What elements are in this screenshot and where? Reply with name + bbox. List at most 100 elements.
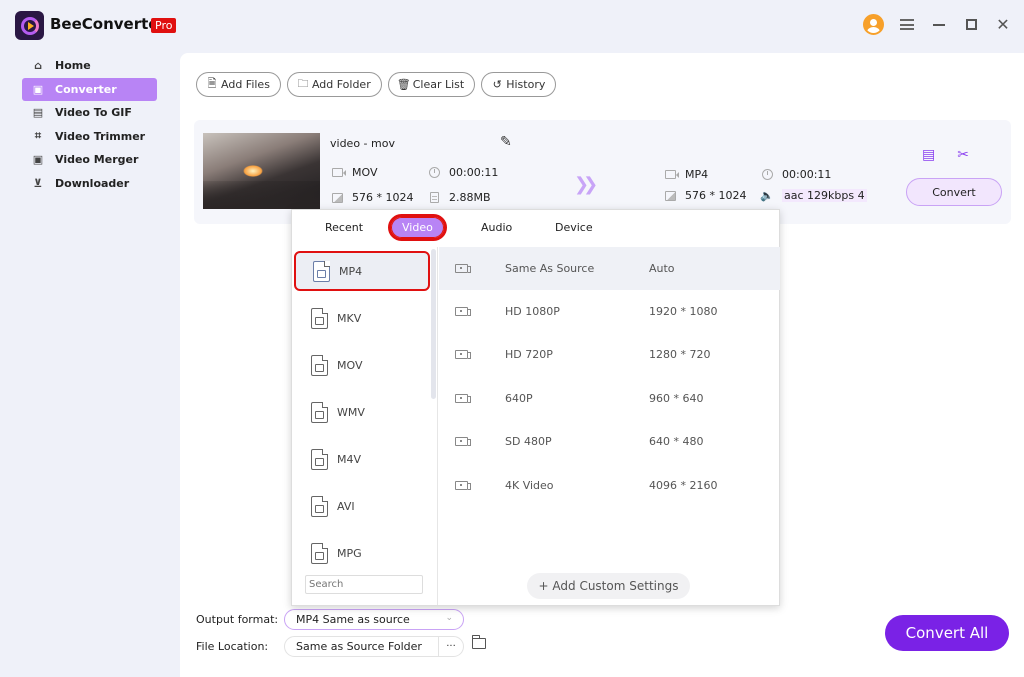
minimize-button[interactable] xyxy=(930,16,948,34)
preset-row[interactable]: Same As Source Auto xyxy=(439,247,780,290)
preset-resolution: Auto xyxy=(649,262,675,275)
settings-doc-icon[interactable]: ▤ xyxy=(922,147,935,163)
preset-name: 640P xyxy=(505,392,533,405)
preset-row[interactable]: HD 1080P 1920 * 1080 xyxy=(439,290,780,333)
pro-badge: Pro xyxy=(151,18,177,33)
add-folder-label: Add Folder xyxy=(311,78,371,91)
video-preset-icon xyxy=(455,307,471,316)
app-logo-icon xyxy=(15,11,44,40)
close-button[interactable]: ✕ xyxy=(994,15,1012,34)
format-item-mkv[interactable]: MKV xyxy=(294,298,430,338)
download-icon: ⊻ xyxy=(33,176,43,190)
sidebar-item-label: Video Trimmer xyxy=(55,129,146,143)
toolbar: 🗎 Add Files 🗀 Add Folder 🗑 Clear List ↺ … xyxy=(196,72,557,97)
sidebar-item-downloader[interactable]: ⊻ Downloader xyxy=(22,172,157,195)
add-folder-button[interactable]: 🗀 Add Folder xyxy=(286,72,382,97)
preset-name: HD 720P xyxy=(505,348,553,361)
source-format-value: MOV xyxy=(352,166,378,179)
preset-list: Same As Source Auto HD 1080P 1920 * 1080… xyxy=(439,247,780,605)
browse-location-button[interactable]: ··· xyxy=(438,637,463,656)
menu-button[interactable] xyxy=(898,16,916,34)
close-icon: ✕ xyxy=(996,15,1010,34)
sidebar-item-video-merger[interactable]: ▣ Video Merger xyxy=(22,148,157,171)
open-folder-icon[interactable] xyxy=(472,635,486,649)
history-button[interactable]: ↺ History xyxy=(481,72,557,97)
sidebar: ⌂ Home ▣ Converter ▤ Video To GIF ⌗ Vide… xyxy=(22,54,157,195)
source-size: 2.88MB xyxy=(427,191,491,204)
merge-icon: ▣ xyxy=(32,153,44,166)
video-format-icon xyxy=(664,170,679,179)
clear-list-button[interactable]: 🗑 Clear List xyxy=(387,72,476,97)
sidebar-item-converter[interactable]: ▣ Converter xyxy=(22,77,157,101)
clock-icon xyxy=(761,169,773,180)
format-item-mp4[interactable]: MP4 xyxy=(294,251,430,291)
add-folder-icon: 🗀 xyxy=(297,77,309,90)
file-location-field[interactable]: Same as Source Folder ··· xyxy=(284,636,464,657)
sidebar-item-home[interactable]: ⌂ Home xyxy=(22,54,157,77)
convert-arrow-icon: ❯❯ xyxy=(574,174,598,195)
clear-list-label: Clear List xyxy=(412,78,465,91)
format-list-scrollbar[interactable] xyxy=(431,249,436,399)
convert-all-button[interactable]: Convert All xyxy=(885,615,1009,651)
add-custom-settings-button[interactable]: + Add Custom Settings xyxy=(527,573,690,599)
preset-row[interactable]: HD 720P 1280 * 720 xyxy=(439,333,780,376)
tab-device[interactable]: Device xyxy=(555,221,593,234)
format-label: AVI xyxy=(337,499,355,513)
sidebar-item-video-to-gif[interactable]: ▤ Video To GIF xyxy=(22,101,157,124)
audio-icon: 🔈 xyxy=(760,189,774,202)
video-preset-icon xyxy=(455,437,471,446)
file-size-icon xyxy=(429,192,439,203)
trash-icon: 🗑 xyxy=(396,78,411,91)
video-preset-icon xyxy=(455,481,471,490)
video-preset-icon xyxy=(455,264,471,273)
sidebar-item-video-trimmer[interactable]: ⌗ Video Trimmer xyxy=(22,125,157,148)
video-preset-icon xyxy=(455,394,471,403)
output-format-select[interactable]: MP4 Same as source ⌄ xyxy=(284,609,464,630)
edit-name-icon[interactable]: ✎ xyxy=(500,134,512,150)
resolution-icon xyxy=(331,192,343,203)
target-format: MP4 xyxy=(663,168,708,181)
convert-button[interactable]: Convert xyxy=(906,178,1002,206)
source-size-value: 2.88MB xyxy=(449,191,491,204)
preset-row[interactable]: SD 480P 640 * 480 xyxy=(439,420,780,463)
video-file-icon xyxy=(311,495,328,517)
preset-name: 4K Video xyxy=(505,479,554,492)
history-label: History xyxy=(506,78,546,91)
format-label: MPG xyxy=(337,546,362,560)
source-resolution-value: 576 * 1024 xyxy=(352,191,414,204)
scissors-icon[interactable]: ✂ xyxy=(957,147,969,163)
file-location-label: File Location: xyxy=(196,640,269,653)
tab-recent[interactable]: Recent xyxy=(325,221,363,234)
file-location-value: Same as Source Folder xyxy=(296,640,422,653)
app-title: BeeConverter xyxy=(50,15,166,33)
user-icon[interactable] xyxy=(863,14,884,35)
format-item-wmv[interactable]: WMV xyxy=(294,392,430,432)
source-resolution: 576 * 1024 xyxy=(330,191,413,204)
format-item-mpg[interactable]: MPG xyxy=(294,533,430,573)
video-thumbnail[interactable] xyxy=(203,133,320,209)
maximize-button[interactable] xyxy=(962,16,980,34)
video-file-icon xyxy=(311,354,328,376)
format-tabs: Recent Video Audio Device xyxy=(292,210,779,247)
format-item-avi[interactable]: AVI xyxy=(294,486,430,526)
menu-icon xyxy=(900,19,914,30)
source-format: MOV xyxy=(330,166,377,179)
sidebar-item-label: Home xyxy=(55,59,91,72)
preset-resolution: 640 * 480 xyxy=(649,435,704,448)
add-files-label: Add Files xyxy=(221,78,270,91)
preset-row[interactable]: 4K Video 4096 * 2160 xyxy=(439,464,780,507)
preset-row[interactable]: 640P 960 * 640 xyxy=(439,377,780,420)
chevron-down-icon: ⌄ xyxy=(445,613,453,623)
format-dropdown-popup: Recent Video Audio Device MP4 MKV MOV WM… xyxy=(291,209,780,606)
add-files-button[interactable]: 🗎 Add Files xyxy=(196,72,281,97)
tab-video[interactable]: Video xyxy=(388,214,447,241)
format-item-mov[interactable]: MOV xyxy=(294,345,430,385)
target-resolution: 576 * 1024 xyxy=(663,189,746,202)
format-item-m4v[interactable]: M4V xyxy=(294,439,430,479)
history-icon: ↺ xyxy=(492,78,502,91)
format-search-input[interactable] xyxy=(305,575,423,594)
tab-audio[interactable]: Audio xyxy=(481,221,512,234)
target-audio-value[interactable]: aac 129kbps 4 xyxy=(782,189,867,202)
target-resolution-value: 576 * 1024 xyxy=(685,189,747,202)
preset-name: HD 1080P xyxy=(505,305,560,318)
